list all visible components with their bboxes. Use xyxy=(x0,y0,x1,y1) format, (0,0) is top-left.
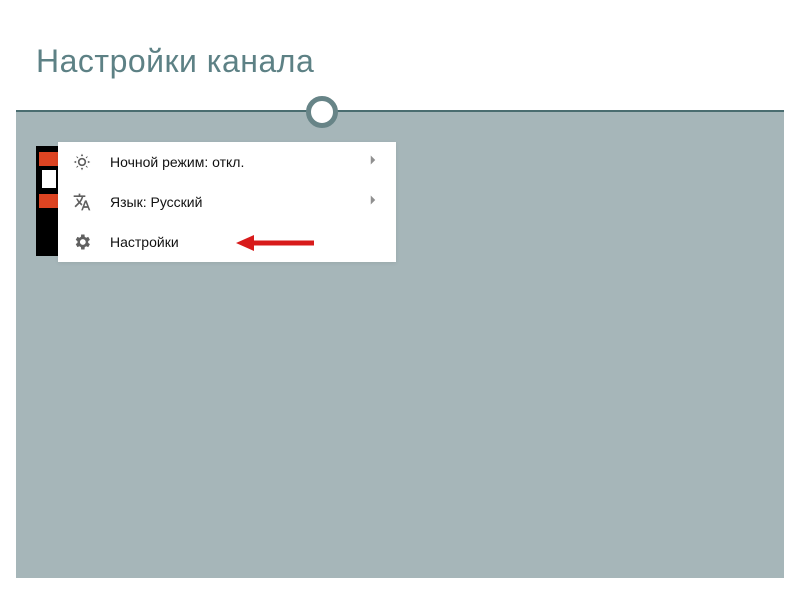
slide-body: Ночной режим: откл. Язык: Русский xyxy=(16,112,784,578)
slide-header: Настройки канала xyxy=(16,12,784,112)
chevron-right-icon xyxy=(364,191,382,214)
gear-icon xyxy=(72,232,92,252)
brightness-icon xyxy=(72,152,92,172)
settings-menu: Ночной режим: откл. Язык: Русский xyxy=(58,142,396,262)
page-title: Настройки канала xyxy=(36,43,314,80)
menu-item-settings[interactable]: Настройки xyxy=(58,222,396,262)
chevron-right-icon xyxy=(364,151,382,174)
menu-item-dark-mode[interactable]: Ночной режим: откл. xyxy=(58,142,396,182)
menu-item-language[interactable]: Язык: Русский xyxy=(58,182,396,222)
decor-circle xyxy=(306,96,338,128)
annotation-arrow xyxy=(236,233,316,253)
translate-icon xyxy=(72,192,92,212)
menu-item-label: Язык: Русский xyxy=(110,194,364,210)
slide: Настройки канала Ночной режим: откл. xyxy=(16,12,784,578)
screenshot-panel: Ночной режим: откл. Язык: Русский xyxy=(36,142,396,262)
menu-item-label: Ночной режим: откл. xyxy=(110,154,364,170)
